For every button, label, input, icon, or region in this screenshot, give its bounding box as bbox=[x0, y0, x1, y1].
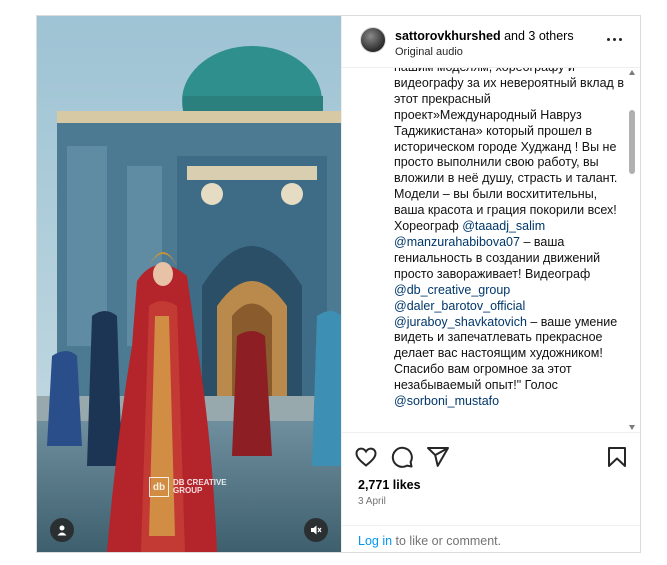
caption-segment: Спасибо вам огромное за этот незабываемы… bbox=[394, 362, 572, 393]
username-link[interactable]: sattorovkhurshed bbox=[395, 29, 501, 43]
comment-icon[interactable] bbox=[390, 445, 414, 469]
mention-link[interactable]: @taaadj_salim bbox=[462, 219, 545, 233]
watermark: db DB CREATIVE GROUP bbox=[149, 477, 233, 497]
post-video-frame bbox=[37, 16, 341, 552]
likes-count[interactable]: 2,771 likes bbox=[358, 478, 421, 492]
avatar[interactable] bbox=[360, 27, 386, 53]
scroll-down-arrow[interactable] bbox=[629, 425, 635, 430]
heart-icon[interactable] bbox=[354, 445, 378, 469]
post-date[interactable]: 3 April bbox=[358, 496, 386, 507]
caption-scrollbar[interactable] bbox=[627, 68, 637, 432]
mute-button[interactable] bbox=[304, 518, 328, 542]
user-tag-icon bbox=[57, 525, 67, 536]
caption-paragraph: нашим моделям, хореографу и видеографу з… bbox=[394, 68, 630, 187]
caption-paragraph: Модели – вы были восхитительны, ваша кра… bbox=[394, 187, 630, 362]
mute-icon bbox=[311, 525, 322, 535]
post-actions: 2,771 likes 3 April Log in to like or co… bbox=[342, 432, 640, 553]
mention-link[interactable]: @manzurahabibova07 bbox=[394, 235, 520, 249]
caption-area: нашим моделям, хореографу и видеографу з… bbox=[342, 68, 640, 432]
caption-segment: нашим моделям, хореографу и видеографу з… bbox=[394, 68, 624, 186]
instagram-post: db DB CREATIVE GROUP sattorovkhurshed an… bbox=[36, 15, 641, 553]
scroll-up-arrow[interactable] bbox=[629, 70, 635, 75]
watermark-line2: GROUP bbox=[173, 486, 203, 495]
mention-link[interactable]: @juraboy_shavkatovich bbox=[394, 315, 527, 329]
mention-link[interactable]: @sorboni_mustafo bbox=[394, 394, 499, 408]
post-video[interactable]: db DB CREATIVE GROUP bbox=[37, 16, 341, 552]
scrollbar-thumb[interactable] bbox=[629, 110, 635, 174]
share-icon[interactable] bbox=[426, 445, 450, 469]
coauthors-link[interactable]: and 3 others bbox=[504, 29, 574, 43]
login-bar: Log in to like or comment. bbox=[342, 525, 640, 554]
mention-link[interactable]: @daler_barotov_official bbox=[394, 299, 525, 313]
caption-paragraph: Спасибо вам огромное за этот незабываемы… bbox=[394, 362, 630, 410]
audio-link[interactable]: Original audio bbox=[395, 46, 463, 58]
mention-link[interactable]: @db_creative_group bbox=[394, 283, 510, 297]
login-link[interactable]: Log in bbox=[358, 534, 392, 548]
post-sidebar: sattorovkhurshed and 3 others Original a… bbox=[341, 16, 640, 552]
post-header: sattorovkhurshed and 3 others Original a… bbox=[342, 16, 640, 68]
watermark-logo: db bbox=[149, 477, 169, 497]
bookmark-icon[interactable] bbox=[605, 445, 629, 469]
login-prompt-text: to like or comment. bbox=[392, 534, 502, 548]
caption-text: нашим моделям, хореографу и видеографу з… bbox=[394, 68, 630, 410]
user-tag-button[interactable] bbox=[50, 518, 74, 542]
more-options-icon[interactable] bbox=[607, 38, 622, 41]
